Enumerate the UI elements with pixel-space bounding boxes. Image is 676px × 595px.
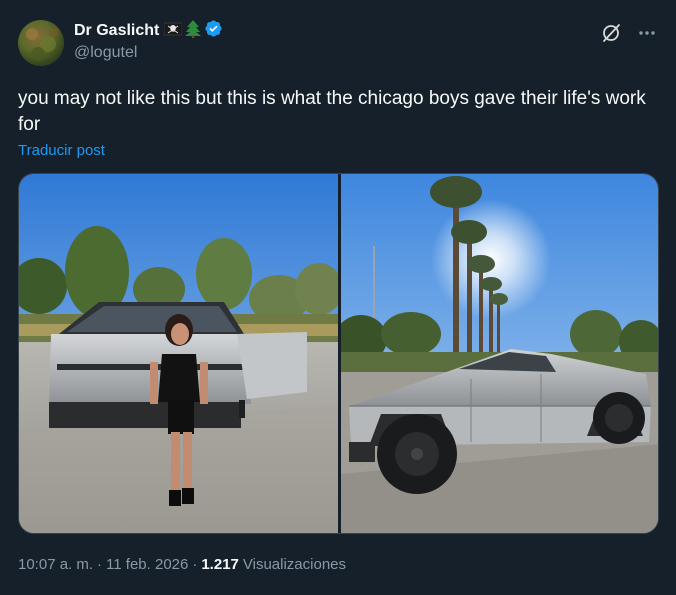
skull-flag-emoji-icon: [164, 22, 183, 41]
evergreen-tree-emoji-icon: [185, 19, 202, 43]
more-options-icon[interactable]: [636, 22, 658, 44]
tweet-header: Dr Gaslicht @logutel: [18, 19, 658, 68]
name-emoji: [164, 19, 223, 43]
media-grid: [18, 173, 659, 534]
views-label: Visualizaciones: [242, 556, 347, 573]
author-names: Dr Gaslicht @logutel: [74, 19, 223, 62]
tweet-date[interactable]: 11 feb. 2026: [106, 556, 188, 573]
tweet-meta: 10:07 a. m. · 11 feb. 2026 · 1.217 Visua…: [18, 556, 346, 573]
tweet-card: Dr Gaslicht @logutel you may not like th…: [0, 0, 676, 595]
header-actions: [600, 22, 658, 44]
tweet-time[interactable]: 10:07 a. m.: [18, 556, 93, 573]
tweet-text: you may not like this but this is what t…: [18, 88, 646, 135]
translate-post-link[interactable]: Traducir post: [18, 142, 105, 159]
name-row: Dr Gaslicht: [74, 19, 223, 43]
grok-icon[interactable]: [600, 22, 622, 44]
verified-badge-icon[interactable]: [204, 19, 223, 43]
meta-separator-1: ·: [97, 556, 103, 573]
photo-2[interactable]: [341, 174, 658, 533]
photo-1[interactable]: [19, 174, 338, 533]
meta-separator-2: ·: [192, 556, 198, 573]
author-handle[interactable]: @logutel: [74, 44, 223, 62]
display-name[interactable]: Dr Gaslicht: [74, 22, 159, 40]
views-count: 1.217: [201, 556, 239, 573]
avatar[interactable]: [18, 20, 64, 66]
